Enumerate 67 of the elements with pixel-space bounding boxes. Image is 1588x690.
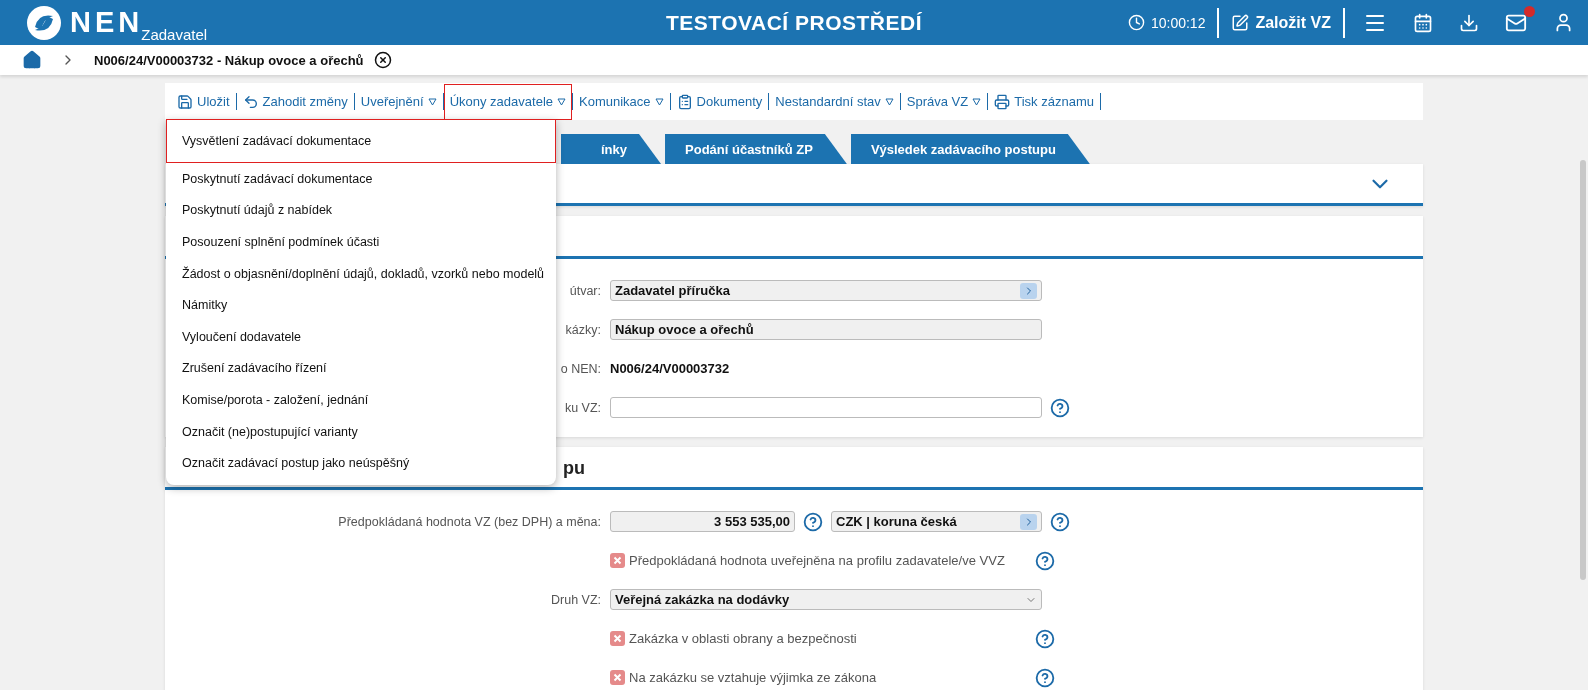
section-title: pu — [563, 458, 585, 479]
environment-title: TESTOVACÍ PROSTŘEDÍ — [665, 10, 923, 35]
toolbar-button[interactable]: Zahodit změny — [236, 89, 354, 114]
amount-field[interactable]: 3 553 535,00 — [610, 511, 795, 532]
tab[interactable]: Výsledek zadávacího postupu — [850, 134, 1090, 164]
input-field[interactable] — [610, 397, 1042, 418]
printer-icon — [994, 93, 1011, 110]
clock-icon — [1127, 14, 1145, 31]
menu-item[interactable]: Poskytnutí údajů z nabídek — [166, 194, 556, 227]
clock-time: 10:00:12 — [1150, 14, 1206, 31]
scrollbar[interactable] — [1580, 160, 1586, 580]
checkbox-label: Na zakázku se vztahuje výjimka ze zákona — [629, 670, 878, 685]
help-icon[interactable] — [1035, 667, 1055, 688]
toolbar-button[interactable]: Komunikace — [573, 89, 670, 114]
download-icon[interactable] — [1459, 12, 1479, 33]
field-label: Druh VZ: — [551, 592, 601, 607]
help-icon[interactable] — [1050, 397, 1070, 418]
chevron-icon[interactable] — [1020, 513, 1037, 530]
select-field[interactable]: Zadavatel příručka — [610, 280, 1042, 301]
toolbar-button[interactable]: Nestandardní stav — [769, 89, 900, 114]
toolbar-button[interactable]: Uložit — [171, 89, 236, 114]
dropdown-field[interactable]: Veřejná zakázka na dodávky — [610, 589, 1042, 610]
checkbox[interactable] — [610, 631, 625, 646]
field-label: Předpokládaná hodnota VZ (bez DPH) a měna: — [338, 514, 601, 529]
close-icon[interactable] — [373, 51, 392, 69]
logo-icon — [26, 4, 62, 41]
checkbox-label: Předpokládaná hodnota uveřejněna na profilu zadavatele/ve VVZ — [629, 553, 1006, 568]
menu-item[interactable]: Posouzení splnění podmínek účasti — [166, 226, 556, 258]
menu-item[interactable]: Vysvětlení zadávací dokumentace — [166, 119, 556, 163]
field-label: ku VZ: — [564, 400, 601, 415]
undo-icon — [242, 93, 259, 110]
logo-subtitle: Zadavatel — [141, 25, 208, 43]
help-icon[interactable] — [1035, 550, 1055, 571]
save-icon — [177, 93, 193, 110]
toolbar-button[interactable]: Úkony zadavatele — [443, 83, 572, 120]
breadcrumb-title[interactable]: N006/24/V00003732 - Nákup ovoce a ořechů — [94, 52, 364, 68]
help-icon[interactable] — [1050, 511, 1070, 532]
toolbar-button[interactable]: Správa VZ — [900, 89, 988, 114]
help-icon[interactable] — [803, 511, 823, 532]
chevron-icon[interactable] — [1020, 282, 1037, 299]
checkbox[interactable] — [610, 553, 625, 568]
currency-select[interactable]: CZK | koruna česká — [831, 511, 1042, 532]
home-icon[interactable] — [22, 50, 42, 70]
edit-icon — [1231, 13, 1250, 32]
toolbar-button[interactable]: Dokumenty — [670, 89, 769, 114]
menu-item[interactable]: Vyloučení dodavatele — [166, 320, 556, 353]
help-icon[interactable] — [1035, 628, 1055, 649]
menu-item[interactable]: Komise/porota - založení, jednání — [166, 384, 556, 416]
field-label: útvar: — [569, 283, 601, 298]
field-label: kázky: — [565, 322, 601, 337]
menu-item[interactable]: Poskytnutí zadávací dokumentace — [166, 163, 556, 195]
menu-item[interactable]: Námitky — [166, 289, 556, 321]
field-label: o NEN: — [560, 361, 601, 376]
toolbar-button[interactable]: Tisk záznamu — [988, 89, 1100, 114]
checkbox[interactable] — [610, 670, 625, 685]
field-value: N006/24/V00003732 — [610, 361, 730, 376]
tab[interactable]: ínky — [561, 134, 661, 164]
tab[interactable]: Podání účastníků ZP — [665, 134, 847, 164]
menu-item[interactable]: Označit zadávací postup jako neúspěšný — [166, 447, 556, 479]
calendar-icon[interactable] — [1413, 12, 1433, 33]
checkbox-label: Zakázka v oblasti obrany a bezpečnosti — [629, 631, 858, 646]
create-button[interactable]: Založit VZ — [1231, 13, 1331, 32]
clipboard-icon — [676, 93, 693, 110]
toolbar-button[interactable]: Uveřejnění — [354, 89, 443, 114]
menu-item[interactable]: Označit (ne)postupující varianty — [166, 415, 556, 448]
menu-item[interactable]: Zrušení zadávacího řízení — [166, 352, 556, 385]
menu-item[interactable]: Žádost o objasnění/doplnění údajů, dokladů, vzorků nebo modelů — [166, 257, 556, 290]
